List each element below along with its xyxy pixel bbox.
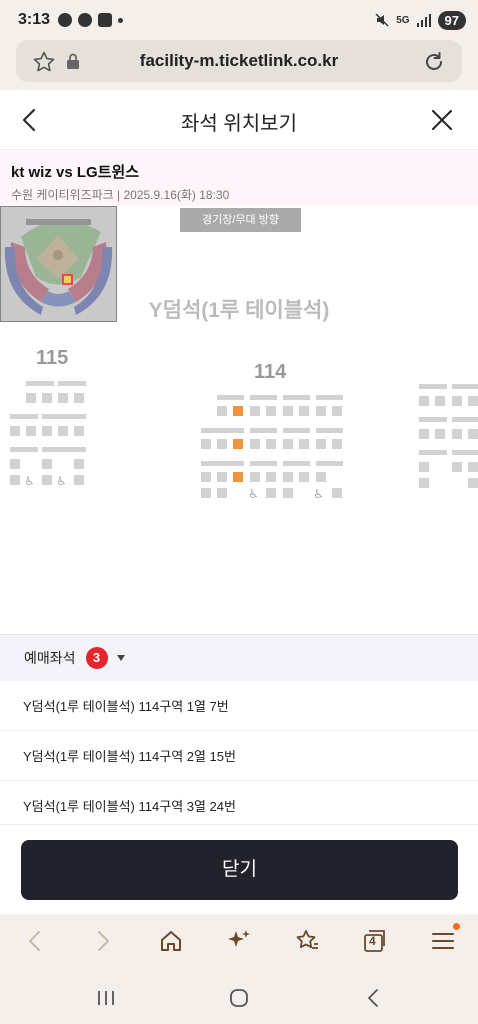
section-number-114: 114 — [254, 361, 287, 383]
svg-text:♿: ♿ — [313, 487, 324, 501]
event-info: kt wiz vs LG트윈스 수원 케이티위즈파크 | 2025.9.16(화… — [0, 151, 478, 206]
section-113-seats[interactable] — [414, 380, 478, 490]
home-button-icon[interactable] — [227, 986, 251, 1010]
status-time: 3:13 — [18, 11, 51, 28]
recent-apps-icon[interactable] — [94, 986, 118, 1010]
page-title: 좌석 위치보기 — [181, 113, 297, 135]
svg-text:♿: ♿ — [248, 487, 259, 501]
selected-seat-item: Y덤석(1루 테이블석) 114구역 2열 15번 — [0, 731, 478, 781]
section-number-115: 115 — [36, 347, 69, 369]
section-114-seats[interactable]: ♿ ♿ — [196, 390, 356, 505]
page-header: 좌석 위치보기 — [0, 90, 478, 150]
selected-seats-panel: 예매좌석 3 Y덤석(1루 테이블석) 114구역 1열 7번 Y덤석(1루 테… — [0, 634, 478, 831]
app-icon — [98, 13, 113, 27]
system-back-icon[interactable] — [362, 986, 386, 1010]
event-title: kt wiz vs LG트윈스 — [11, 164, 140, 181]
close-area: 닫기 — [0, 824, 478, 914]
close-icon[interactable] — [428, 106, 456, 134]
menu-icon[interactable] — [428, 926, 458, 956]
tab-count: 4 — [369, 934, 376, 948]
home-icon[interactable] — [156, 926, 186, 956]
address-bar[interactable]: facility-m.ticketlink.co.kr — [16, 40, 462, 82]
network-label: 5G — [396, 14, 410, 26]
hyundai-icon — [78, 13, 93, 27]
event-venue-datetime: 수원 케이티위즈파크 | 2025.9.16(화) 18:30 — [11, 188, 230, 202]
chevron-down-icon[interactable] — [116, 655, 125, 661]
selected-seats-toggle[interactable]: 예매좌석 3 — [0, 634, 478, 681]
ai-sparkle-icon[interactable] — [224, 926, 254, 956]
browser-back-icon[interactable] — [20, 926, 50, 956]
status-bar: 3:13 5G 97 — [0, 0, 478, 40]
selected-seat-item: Y덤석(1루 테이블석) 114구역 1열 7번 — [0, 681, 478, 731]
seat-map[interactable]: 경기장/무대 방향 Y덤석(1루 테이블석) 115 114 ♿ ♿ ♿ ♿ — [0, 206, 478, 634]
menu-notification-dot — [453, 923, 460, 930]
reload-icon[interactable] — [422, 50, 446, 74]
tabs-button[interactable]: 4 — [360, 926, 390, 956]
close-button[interactable]: 닫기 — [21, 840, 458, 900]
selected-seats-label: 예매좌석 — [24, 650, 76, 666]
browser-bottom-bar: 4 — [0, 914, 478, 970]
mute-icon — [375, 13, 389, 27]
selected-seat[interactable] — [233, 439, 243, 449]
selected-seat[interactable] — [233, 406, 243, 416]
stage-direction-label: 경기장/무대 방향 — [180, 208, 301, 232]
notification-icons — [58, 13, 124, 27]
android-navigation-bar — [0, 970, 478, 1024]
talk-icon — [58, 13, 73, 27]
svg-text:♿: ♿ — [24, 474, 35, 488]
selected-count-badge: 3 — [85, 647, 108, 669]
status-right: 5G 97 — [374, 10, 466, 30]
signal-icon — [416, 14, 431, 27]
zone-name: Y덤석(1루 테이블석) — [148, 299, 330, 322]
svg-text:♿: ♿ — [56, 474, 67, 488]
section-115-seats[interactable]: ♿ ♿ — [0, 376, 100, 491]
browser-toolbar: facility-m.ticketlink.co.kr — [0, 40, 478, 90]
browser-forward-icon[interactable] — [88, 926, 118, 956]
bookmarks-star-icon[interactable] — [292, 926, 322, 956]
more-notifications-icon — [118, 17, 124, 23]
url-text[interactable]: facility-m.ticketlink.co.kr — [16, 51, 462, 71]
selected-seat[interactable] — [233, 472, 243, 482]
battery-indicator: 97 — [437, 10, 466, 30]
